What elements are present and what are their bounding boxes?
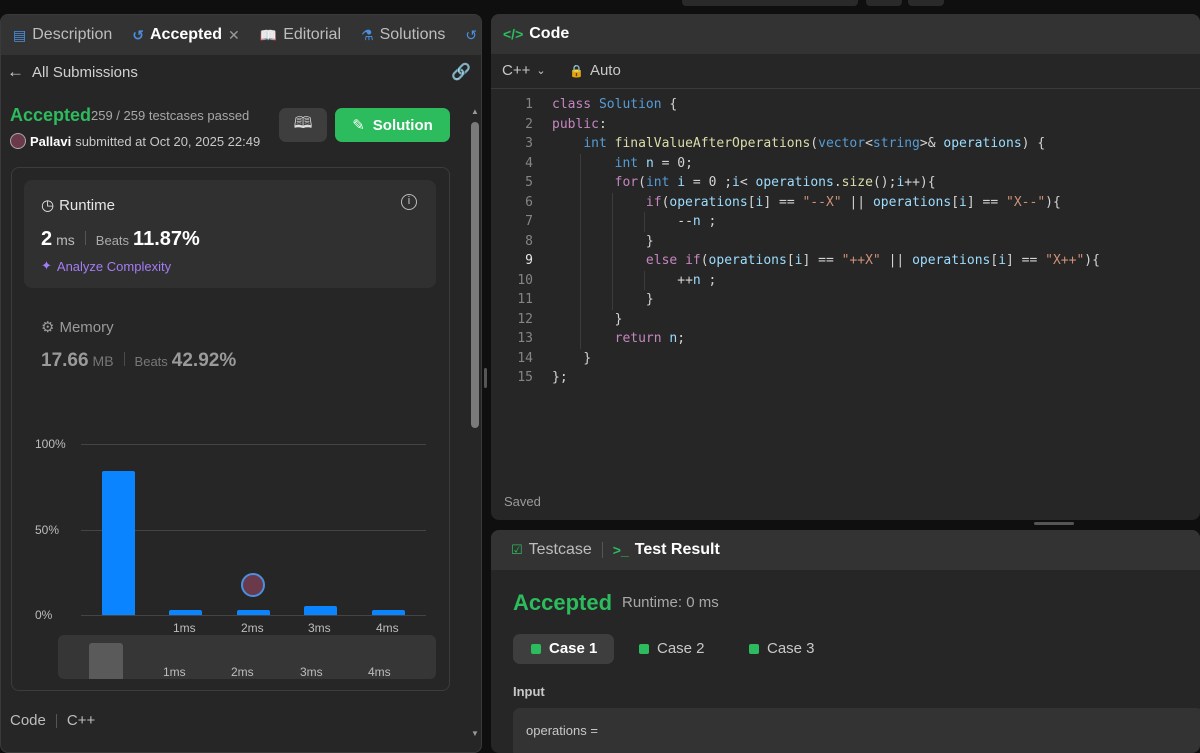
tab-testcase[interactable]: ☑ Testcase xyxy=(505,541,598,559)
vertical-resize-handle[interactable] xyxy=(484,368,487,388)
chart-bar-0ms[interactable] xyxy=(101,471,135,615)
case-tab-label: Case 2 xyxy=(657,640,705,657)
line-number: 14 xyxy=(517,350,533,366)
case-tab-label: Case 3 xyxy=(767,640,815,657)
line-number: 9 xyxy=(525,253,533,268)
chevron-down-icon: ⌄ xyxy=(536,65,546,77)
line-number: 6 xyxy=(525,194,533,210)
input-box: operations = xyxy=(513,708,1200,753)
line-number: 11 xyxy=(517,292,533,307)
chart-gridline xyxy=(81,615,426,616)
chart-y-tick-label: 100% xyxy=(35,437,66,451)
check-icon xyxy=(531,643,541,654)
code-line: } xyxy=(583,350,592,366)
code-line: } xyxy=(614,311,623,327)
code-line: public: xyxy=(552,116,607,132)
code-tabbar: </> Code xyxy=(491,14,1200,54)
line-number: 7 xyxy=(525,214,533,229)
case-tab-3[interactable]: Case 3 xyxy=(749,640,815,657)
code-line: ++n ; xyxy=(677,272,717,288)
code-line: int finalValueAfterOperations(vector<str… xyxy=(583,136,1046,151)
range-tick-label: 1ms xyxy=(163,665,186,679)
line-number: 10 xyxy=(517,272,533,288)
top-toolbar-btn[interactable] xyxy=(908,0,944,6)
code-line: class Solution { xyxy=(552,97,678,112)
language-selector[interactable]: C++ ⌄ xyxy=(502,62,546,79)
line-number: 3 xyxy=(525,136,533,151)
tab-testcase-label: Testcase xyxy=(528,541,592,558)
code-label: Code xyxy=(10,712,46,729)
chart-bar-4ms[interactable] xyxy=(371,609,405,615)
case-tab-1[interactable]: Case 1 xyxy=(531,640,597,657)
chart-y-tick-label: 0% xyxy=(35,608,53,622)
tab-test-result-label: Test Result xyxy=(634,541,720,558)
your-submission-avatar[interactable] xyxy=(241,573,265,597)
range-tick-label: 2ms xyxy=(231,665,254,679)
code-title: Code xyxy=(529,25,570,42)
result-status: Accepted xyxy=(513,590,613,615)
code-line: } xyxy=(645,292,654,307)
runtime-distribution-chart: 100% 50% 0% 1ms 2ms 3ms 4ms xyxy=(1,15,481,715)
top-toolbar-btn[interactable] xyxy=(866,0,902,6)
line-number: 2 xyxy=(525,116,533,132)
submission-panel: ▤ Description ↺ Accepted ✕ 📖 Editorial ⚗… xyxy=(0,14,482,753)
check-icon xyxy=(639,643,649,654)
test-tabbar: ☑ Testcase >_ Test Result xyxy=(491,530,1200,570)
scrollbar-thumb[interactable] xyxy=(471,122,479,428)
chart-x-tick-label: 2ms xyxy=(241,621,264,635)
range-tick-label: 4ms xyxy=(368,665,391,679)
code-editor[interactable]: 1 class Solution { 2 public: 3 int finalValu… xyxy=(491,95,1200,405)
case-tab-2[interactable]: Case 2 xyxy=(639,640,705,657)
language-label: C++ xyxy=(66,712,96,729)
saved-status: Saved xyxy=(504,494,541,509)
chart-x-tick-label: 1ms xyxy=(173,621,196,635)
code-line: } xyxy=(645,233,654,249)
result-runtime: Runtime: 0 ms xyxy=(622,594,719,611)
code-line: for(int i = 0 ;i< operations.size();i++)… xyxy=(614,175,936,190)
top-toolbar xyxy=(682,0,858,6)
code-line: --n ; xyxy=(677,214,717,229)
mode-value: Auto xyxy=(589,62,621,79)
chart-bar-2ms[interactable] xyxy=(236,609,270,615)
chart-range-selector[interactable]: 1ms 2ms 3ms 4ms xyxy=(58,635,436,679)
scroll-up-icon[interactable]: ▲ xyxy=(471,107,479,116)
input-label: Input xyxy=(513,684,545,699)
input-value: operations = xyxy=(526,723,598,738)
line-number: 12 xyxy=(517,311,533,327)
code-line: if(operations[i] == "--X" || operations[… xyxy=(645,194,1061,210)
line-number: 15 xyxy=(517,370,533,385)
chart-bar-3ms[interactable] xyxy=(303,606,337,615)
code-line: int n = 0; xyxy=(614,155,693,171)
range-bar xyxy=(89,643,123,679)
code-line: else if(operations[i] == "++X" || operat… xyxy=(645,253,1100,268)
chart-y-tick-label: 50% xyxy=(35,522,60,537)
language-value: C++ xyxy=(502,62,531,79)
line-number: 5 xyxy=(525,175,533,190)
code-line: }; xyxy=(552,370,568,385)
code-line: return n; xyxy=(614,331,686,346)
chart-x-tick-label: 4ms xyxy=(376,621,399,635)
horizontal-resize-handle[interactable] xyxy=(1034,522,1074,525)
check-icon xyxy=(749,643,759,654)
code-icon: </> xyxy=(503,26,524,42)
range-tick-label: 3ms xyxy=(300,665,323,679)
line-number: 4 xyxy=(525,155,533,171)
chart-bar-1ms[interactable] xyxy=(168,609,202,615)
checkbox-icon: ☑ xyxy=(511,542,523,557)
code-footer: Code C++ xyxy=(10,712,95,729)
code-panel: </> Code C++ ⌄ 🔒 Auto 1 class Solution { 2… xyxy=(491,14,1200,520)
line-number: 1 xyxy=(525,97,533,112)
terminal-icon: >_ xyxy=(612,542,629,558)
chart-gridline xyxy=(81,444,426,445)
test-panel: ☑ Testcase >_ Test Result Accepted Runti… xyxy=(491,530,1200,753)
scroll-down-icon[interactable]: ▼ xyxy=(471,729,479,738)
line-number: 13 xyxy=(517,331,533,346)
chart-x-tick-label: 3ms xyxy=(308,621,331,635)
case-tab-label: Case 1 xyxy=(549,640,598,657)
tab-test-result[interactable]: >_ Test Result xyxy=(607,541,726,559)
lock-icon: 🔒 xyxy=(569,63,584,78)
line-number: 8 xyxy=(525,233,533,249)
auto-mode[interactable]: 🔒 Auto xyxy=(569,62,621,79)
